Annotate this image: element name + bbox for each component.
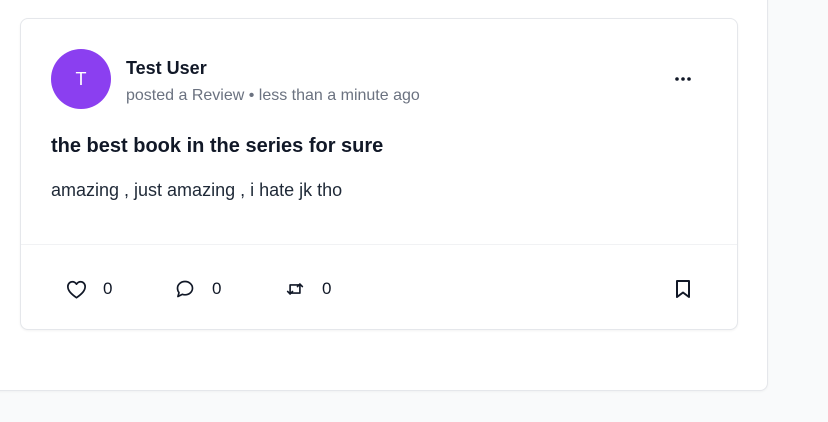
- repost-button[interactable]: 0: [284, 275, 331, 303]
- heart-icon: [65, 278, 87, 300]
- like-button[interactable]: 0: [65, 275, 112, 303]
- ellipsis-horizontal-icon: [675, 77, 691, 81]
- review-post-card: T Test User posted a Review • less than …: [20, 18, 738, 330]
- comment-bubble-icon: [174, 278, 196, 300]
- repost-icon: [284, 278, 306, 300]
- avatar[interactable]: T: [51, 49, 111, 109]
- post-meta: posted a Review • less than a minute ago: [126, 87, 420, 104]
- more-options-button[interactable]: [669, 67, 697, 91]
- post-body: amazing , just amazing , i hate jk tho: [51, 180, 343, 200]
- divider: [21, 244, 737, 245]
- bookmark-icon: [676, 280, 690, 298]
- repost-count: 0: [322, 279, 332, 298]
- bookmark-button[interactable]: [671, 277, 695, 301]
- avatar-initial: T: [75, 68, 87, 89]
- like-count: 0: [103, 279, 113, 298]
- comment-count: 0: [212, 279, 222, 298]
- user-name[interactable]: Test User: [126, 58, 207, 79]
- comment-button[interactable]: 0: [174, 275, 221, 303]
- post-title: the best book in the series for sure: [51, 135, 384, 157]
